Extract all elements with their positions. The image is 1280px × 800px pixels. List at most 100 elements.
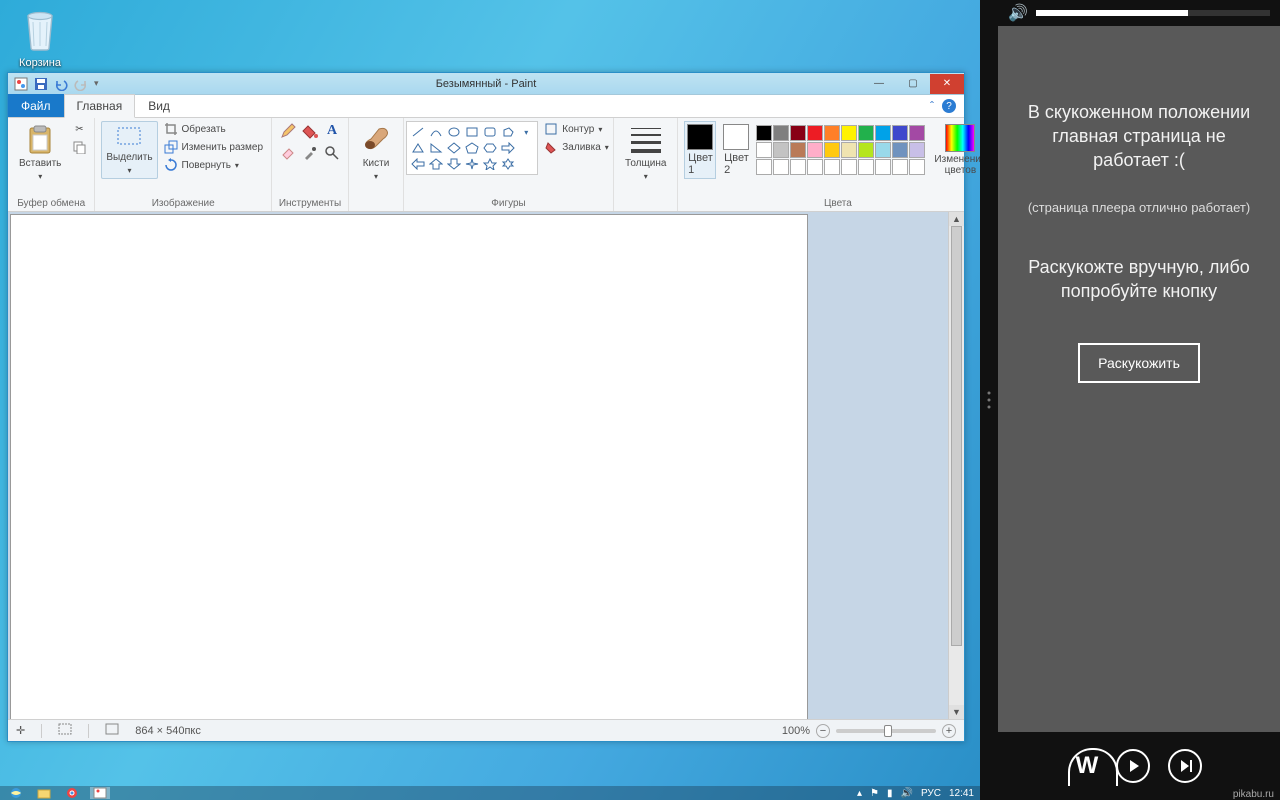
palette-swatch[interactable] <box>756 125 772 141</box>
color2-button[interactable]: Цвет 2 <box>720 121 752 179</box>
taskbar-explorer[interactable] <box>34 787 54 799</box>
palette-swatch[interactable] <box>875 142 891 158</box>
tray-lang[interactable]: РУС <box>921 788 941 799</box>
tray-time[interactable]: 12:41 <box>949 788 974 799</box>
brushes-button[interactable]: Кисти ▾ <box>355 121 397 185</box>
shape-arrowD[interactable] <box>445 156 463 172</box>
zoom-in-button[interactable]: + <box>942 724 956 738</box>
palette-swatch[interactable] <box>790 142 806 158</box>
shape-oval[interactable] <box>445 124 463 140</box>
recycle-bin[interactable]: Корзина <box>14 6 66 69</box>
canvas[interactable] <box>10 214 808 719</box>
tray-network-icon[interactable]: ▮ <box>887 788 893 799</box>
play-button[interactable] <box>1116 749 1150 783</box>
shapes-gallery[interactable]: ▾ <box>406 121 538 175</box>
ribbon-collapse-icon[interactable]: ˆ <box>930 99 934 113</box>
shape-arrowR[interactable] <box>499 140 517 156</box>
zoom-knob[interactable] <box>884 725 892 737</box>
palette-swatch[interactable] <box>807 142 823 158</box>
qat-save-icon[interactable] <box>34 77 48 91</box>
tab-view[interactable]: Вид <box>135 94 183 117</box>
color1-button[interactable]: Цвет 1 <box>684 121 716 179</box>
palette-swatch[interactable] <box>875 125 891 141</box>
shape-star4[interactable] <box>463 156 481 172</box>
fill-tool[interactable] <box>300 121 320 141</box>
splitter[interactable] <box>980 0 998 800</box>
palette-swatch[interactable] <box>909 159 925 175</box>
shape-pent[interactable] <box>463 140 481 156</box>
palette-swatch[interactable] <box>841 159 857 175</box>
palette-swatch[interactable] <box>909 125 925 141</box>
zoom-out-button[interactable]: − <box>816 724 830 738</box>
volume-icon[interactable]: 🔊 <box>1008 3 1028 23</box>
scroll-thumb[interactable] <box>951 226 962 646</box>
vertical-scrollbar[interactable]: ▲ ▼ <box>948 212 964 719</box>
palette-swatch[interactable] <box>841 142 857 158</box>
volume-slider[interactable] <box>1036 10 1270 16</box>
shape-diamond[interactable] <box>445 140 463 156</box>
tab-file[interactable]: Файл <box>8 94 64 117</box>
shape-star5[interactable] <box>481 156 499 172</box>
next-button[interactable] <box>1168 749 1202 783</box>
palette-swatch[interactable] <box>858 125 874 141</box>
palette-swatch[interactable] <box>807 159 823 175</box>
taskbar-ie[interactable] <box>6 787 26 799</box>
taskbar-paint[interactable] <box>90 787 110 799</box>
zoom-slider[interactable] <box>836 729 936 733</box>
palette-swatch[interactable] <box>892 125 908 141</box>
minimize-button[interactable]: — <box>862 74 896 94</box>
shape-roundrect[interactable] <box>481 124 499 140</box>
pencil-tool[interactable] <box>278 121 298 141</box>
scroll-up-icon[interactable]: ▲ <box>949 212 964 226</box>
shape-hex[interactable] <box>481 140 499 156</box>
palette-swatch[interactable] <box>773 125 789 141</box>
palette-swatch[interactable] <box>807 125 823 141</box>
maximize-button[interactable]: ▢ <box>896 74 930 94</box>
shape-curve[interactable] <box>427 124 445 140</box>
crop-button[interactable]: Обрезать <box>162 121 265 137</box>
palette-swatch[interactable] <box>892 142 908 158</box>
shape-line[interactable] <box>409 124 427 140</box>
shape-star6[interactable] <box>499 156 517 172</box>
palette-swatch[interactable] <box>756 159 772 175</box>
shape-arrowL[interactable] <box>409 156 427 172</box>
qat-redo-icon[interactable] <box>74 77 88 91</box>
shape-polygon[interactable] <box>499 124 517 140</box>
cut-button[interactable]: ✂ <box>70 121 88 137</box>
paste-button[interactable]: Вставить ▾ <box>14 121 66 185</box>
help-icon[interactable]: ? <box>942 99 956 113</box>
palette-swatch[interactable] <box>858 142 874 158</box>
tray-flag-icon[interactable]: ⚑ <box>870 788 879 799</box>
rotate-button[interactable]: Повернуть▾ <box>162 157 265 173</box>
shape-tri[interactable] <box>409 140 427 156</box>
palette-swatch[interactable] <box>824 142 840 158</box>
palette-swatch[interactable] <box>841 125 857 141</box>
palette-swatch[interactable] <box>773 159 789 175</box>
tab-home[interactable]: Главная <box>64 94 136 118</box>
scroll-down-icon[interactable]: ▼ <box>949 705 964 719</box>
palette-swatch[interactable] <box>892 159 908 175</box>
shape-arrowU[interactable] <box>427 156 445 172</box>
eraser-tool[interactable] <box>278 143 298 163</box>
shape-outline-button[interactable]: Контур▾ <box>542 121 611 137</box>
tray-up-icon[interactable]: ▴ <box>857 788 862 799</box>
palette-swatch[interactable] <box>756 142 772 158</box>
shapes-expand[interactable]: ▾ <box>517 124 535 140</box>
expand-button[interactable]: Раскукожить <box>1078 343 1200 383</box>
palette-swatch[interactable] <box>824 159 840 175</box>
text-tool[interactable]: A <box>322 121 342 141</box>
shape-fill-button[interactable]: Заливка▾ <box>542 139 611 155</box>
close-button[interactable]: ✕ <box>930 74 964 94</box>
thickness-button[interactable]: Толщина ▾ <box>620 121 671 185</box>
titlebar[interactable]: ▾ Безымянный - Paint — ▢ ✕ <box>8 73 964 95</box>
copy-button[interactable] <box>70 139 88 155</box>
magnifier-tool[interactable] <box>322 143 342 163</box>
resize-button[interactable]: Изменить размер <box>162 139 265 155</box>
select-button[interactable]: Выделить ▾ <box>101 121 157 179</box>
taskbar-chrome[interactable] <box>62 787 82 799</box>
shape-rtri[interactable] <box>427 140 445 156</box>
shape-rect[interactable] <box>463 124 481 140</box>
palette-swatch[interactable] <box>790 125 806 141</box>
qat-undo-icon[interactable] <box>54 77 68 91</box>
palette-swatch[interactable] <box>875 159 891 175</box>
